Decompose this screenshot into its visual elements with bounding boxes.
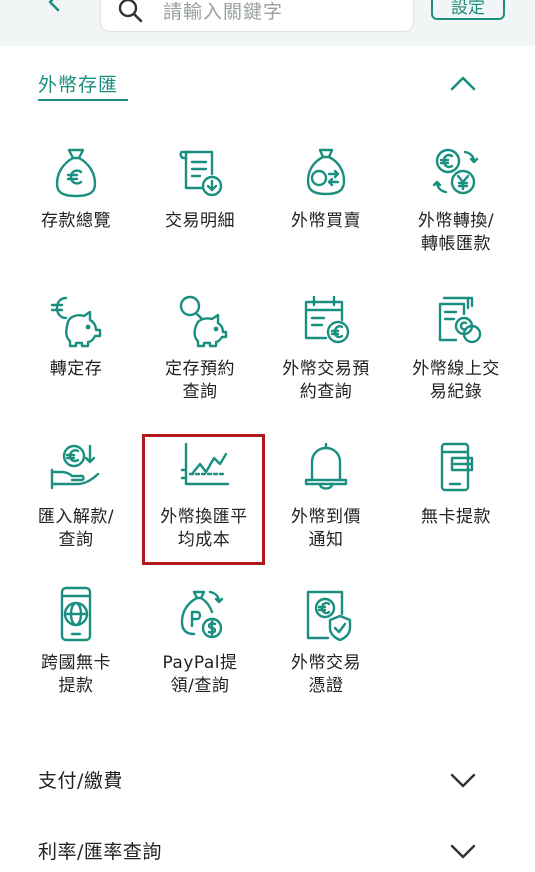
menu-item-label: 外幣到價 通知: [291, 507, 361, 550]
chevron-down-icon[interactable]: [448, 770, 478, 790]
top-bar: 請輸入關鍵字 設定: [0, 0, 535, 46]
section-rates[interactable]: 利率/匯率查詢: [38, 831, 498, 871]
menu-item-transaction-details[interactable]: 交易明細: [140, 144, 260, 233]
menu-item-label: 外幣交易預 約查詢: [282, 359, 370, 402]
euro-certificate-icon: [306, 590, 352, 642]
menu-item-fx-price-alert[interactable]: 外幣到價 通知: [266, 440, 386, 552]
menu-item-label: 匯入解款/ 查詢: [37, 507, 115, 550]
menu-item-fx-trading[interactable]: 外幣買賣: [266, 144, 386, 233]
highlight-box: [142, 434, 265, 565]
menu-item-label: 跨國無卡 提款: [41, 653, 111, 696]
menu-item-deposit-overview[interactable]: 存款總覽: [16, 144, 136, 233]
euro-bag-icon: [55, 148, 97, 198]
section-payment[interactable]: 支付/繳費: [38, 760, 498, 800]
section-payment-title: 支付/繳費: [38, 770, 123, 792]
menu-item-label: PayPal提 領/查詢: [162, 653, 238, 696]
paypal-coin-icon: [180, 590, 224, 639]
menu-item-to-time-deposit[interactable]: 轉定存: [16, 292, 136, 381]
section-title[interactable]: 外幣存匯: [38, 70, 118, 97]
menu-item-fx-online-records[interactable]: 外幣線上交 易紀錄: [396, 292, 516, 404]
chevron-down-icon[interactable]: [448, 841, 478, 861]
piggy-bank-search-icon: [179, 295, 228, 348]
hand-coin-icon: [50, 444, 100, 490]
section-underline: [38, 99, 128, 101]
receipt-download-icon: [179, 150, 223, 197]
bell-icon: [304, 442, 348, 490]
settings-button[interactable]: 設定: [431, 0, 505, 20]
menu-item-paypal-withdraw[interactable]: PayPal提 領/查詢: [140, 586, 260, 698]
menu-item-fx-convert-transfer[interactable]: 外幣轉換/ 轉帳匯款: [396, 144, 516, 256]
search-input[interactable]: 請輸入關鍵字: [100, 0, 414, 32]
menu-item-fx-transaction-voucher[interactable]: 外幣交易 憑證: [266, 586, 386, 698]
menu-item-label: 轉定存: [49, 359, 103, 379]
menu-item-label: 外幣買賣: [291, 211, 361, 231]
euro-piggy-bank-icon: [50, 296, 102, 348]
atm-card-icon: [440, 442, 474, 492]
calendar-euro-icon: [304, 295, 350, 344]
menu-item-time-deposit-booking-query[interactable]: 定存預約 查詢: [140, 292, 260, 404]
menu-item-label: 無卡提款: [421, 507, 491, 527]
menu-item-label: 存款總覽: [41, 211, 111, 231]
menu-item-label: 外幣交易 憑證: [291, 653, 361, 696]
section-rates-title: 利率/匯率查詢: [38, 841, 162, 863]
menu-item-label: 定存預約 查詢: [165, 359, 235, 402]
document-coins-icon: [438, 296, 482, 344]
menu-item-cardless-withdrawal[interactable]: 無卡提款: [396, 440, 516, 529]
search-placeholder: 請輸入關鍵字: [163, 1, 284, 23]
euro-yen-convert-icon: [432, 148, 479, 195]
chevron-up-icon[interactable]: [448, 72, 478, 94]
menu-item-cross-border-cardless[interactable]: 跨國無卡 提款: [16, 586, 136, 698]
phone-globe-icon: [60, 586, 92, 642]
back-icon[interactable]: [44, 0, 64, 12]
menu-item-label: 外幣轉換/ 轉帳匯款: [417, 211, 495, 254]
search-icon: [118, 0, 143, 23]
menu-item-label: 交易明細: [165, 211, 235, 231]
menu-item-label: 外幣線上交 易紀錄: [412, 359, 500, 402]
menu-item-fx-booking-query[interactable]: 外幣交易預 約查詢: [266, 292, 386, 404]
currency-exchange-bag-icon: [306, 148, 346, 196]
menu-item-inward-remittance[interactable]: 匯入解款/ 查詢: [16, 440, 136, 552]
